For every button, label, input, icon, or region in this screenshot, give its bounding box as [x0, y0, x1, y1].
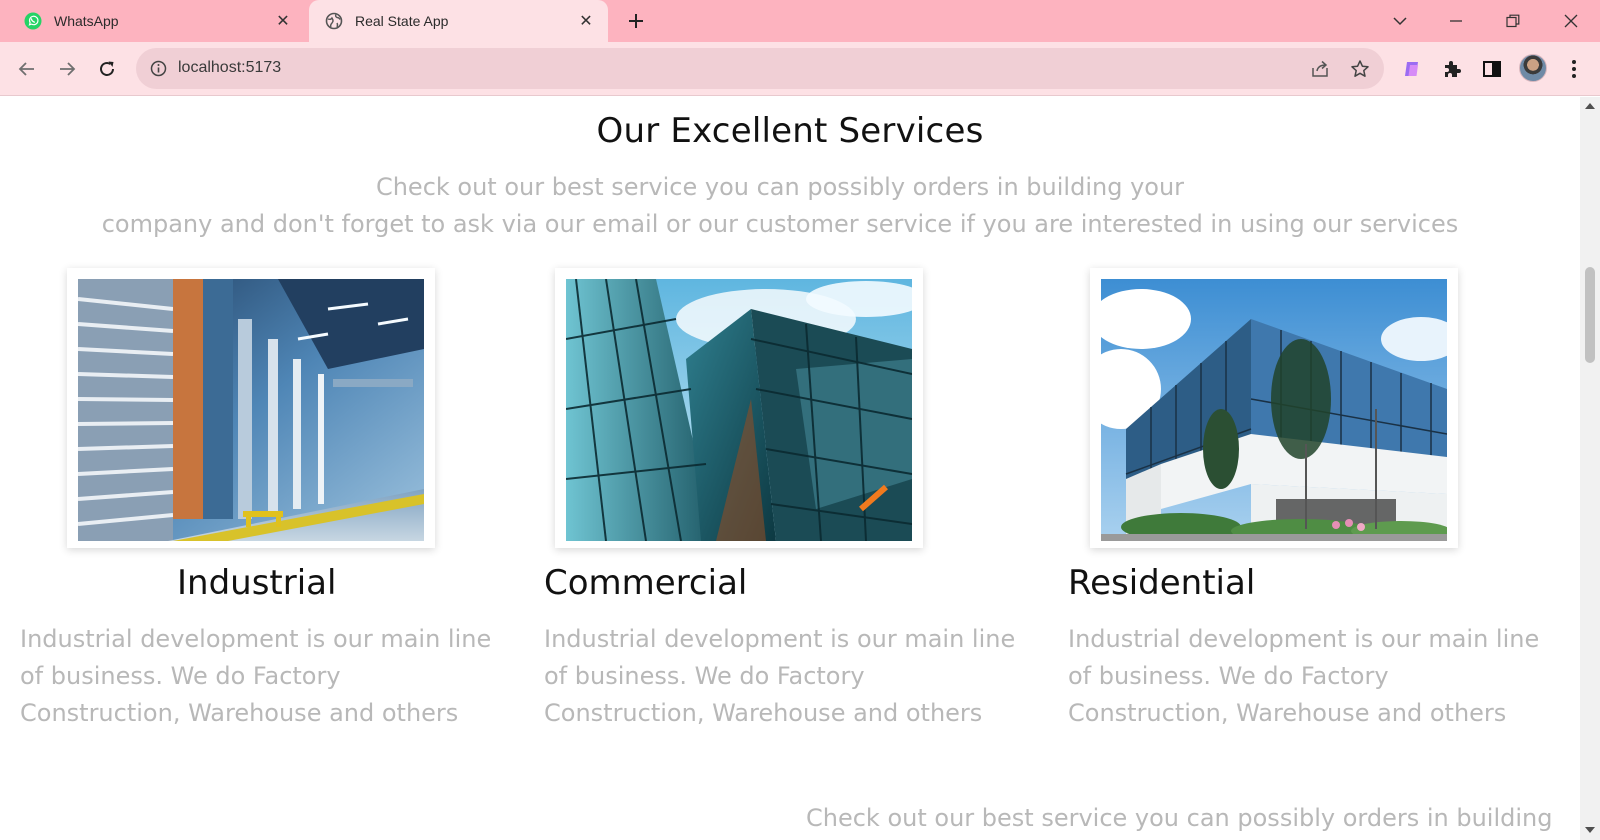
menu-kebab-icon[interactable]	[1560, 55, 1588, 83]
new-tab-icon[interactable]	[624, 9, 648, 33]
url-text: localhost:5173	[178, 59, 282, 76]
section-subtitle: Check out our best service you can possi…	[60, 169, 1500, 243]
service-title-industrial: Industrial	[177, 563, 337, 603]
globe-icon	[325, 12, 343, 30]
reload-icon[interactable]	[93, 55, 121, 83]
service-description-residential: Industrial development is our main line …	[1068, 625, 1540, 727]
tab-strip: WhatsApp ✕ Real State App ✕	[0, 0, 1600, 42]
service-description-industrial: Industrial development is our main line …	[20, 625, 492, 727]
restore-icon[interactable]	[1498, 6, 1528, 36]
address-bar[interactable]: localhost:5173	[136, 48, 1384, 89]
service-title-residential: Residential	[1068, 563, 1256, 603]
close-tab-icon[interactable]: ✕	[576, 11, 596, 31]
glass-tower-photo	[566, 279, 912, 541]
browser-toolbar: localhost:5173	[0, 42, 1600, 96]
extension-purple-icon[interactable]	[1398, 55, 1426, 83]
next-section-text: Check out our best service you can possi…	[806, 804, 1553, 832]
service-image-residential	[1090, 268, 1458, 548]
tab-search-chevron-icon[interactable]	[1385, 6, 1415, 36]
warehouse-photo	[78, 279, 424, 541]
service-title-commercial: Commercial	[544, 563, 748, 603]
close-tab-icon[interactable]: ✕	[273, 11, 293, 31]
scroll-down-arrow-icon[interactable]	[1585, 827, 1595, 833]
service-image-commercial	[555, 268, 923, 548]
tab-title: WhatsApp	[54, 13, 119, 29]
site-info-icon[interactable]	[150, 60, 167, 77]
page-viewport: Our Excellent Services Check out our bes…	[0, 97, 1580, 840]
service-image-industrial	[67, 268, 435, 548]
whatsapp-icon	[24, 12, 42, 30]
page-scrollbar[interactable]	[1580, 97, 1600, 840]
tab-title: Real State App	[355, 13, 449, 29]
minimize-icon[interactable]	[1441, 6, 1471, 36]
bookmark-star-icon[interactable]	[1348, 57, 1372, 81]
scroll-up-arrow-icon[interactable]	[1585, 103, 1595, 109]
section-subtitle-line: company and don't forget to ask via our …	[101, 210, 1459, 238]
scrollbar-thumb[interactable]	[1585, 267, 1595, 363]
profile-avatar[interactable]	[1519, 54, 1547, 82]
section-title: Our Excellent Services	[596, 111, 984, 151]
tab-whatsapp[interactable]: WhatsApp ✕	[0, 0, 305, 42]
share-icon[interactable]	[1308, 57, 1332, 81]
extensions-puzzle-icon[interactable]	[1438, 55, 1466, 83]
tab-real-state-app[interactable]: Real State App ✕	[309, 0, 608, 42]
office-building-photo	[1101, 279, 1447, 541]
back-icon[interactable]	[13, 55, 41, 83]
service-description-commercial: Industrial development is our main line …	[544, 625, 1016, 727]
side-panel-icon[interactable]	[1478, 55, 1506, 83]
section-subtitle-line: Check out our best service you can possi…	[375, 173, 1185, 201]
close-window-icon[interactable]	[1556, 6, 1586, 36]
forward-icon[interactable]	[53, 55, 81, 83]
